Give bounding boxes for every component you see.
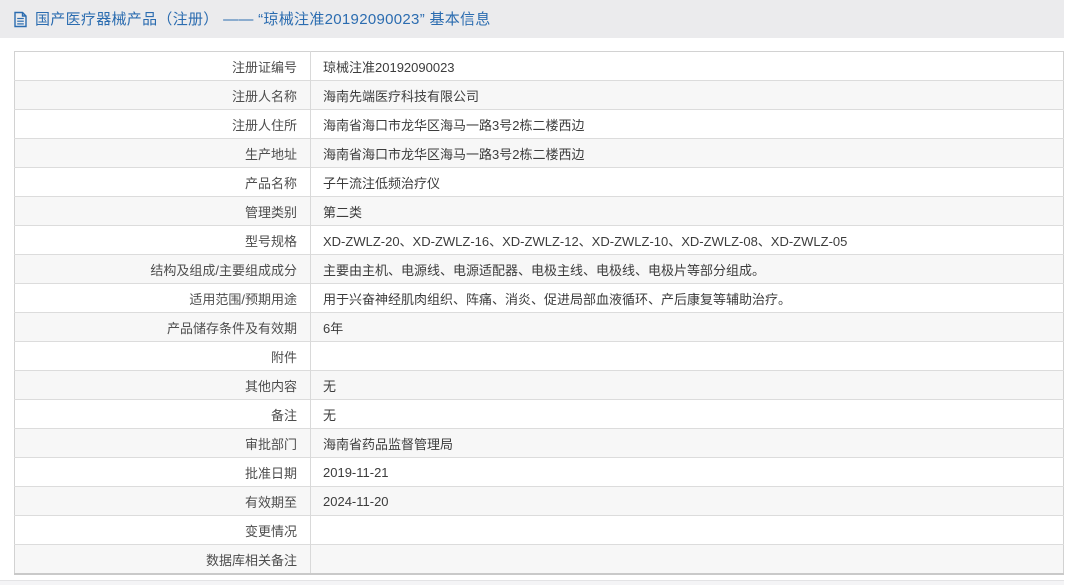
field-label: 数据库相关备注 bbox=[14, 544, 311, 574]
table-row: 有效期至 2024-11-20 bbox=[14, 486, 1064, 516]
field-value: 2024-11-20 bbox=[323, 493, 389, 509]
field-value: 琼械注准20192090023 bbox=[323, 59, 455, 75]
field-label: 型号规格 bbox=[14, 225, 311, 255]
registration-info-table: 注册证编号 琼械注准20192090023 注册人名称 海南先端医疗科技有限公司… bbox=[14, 51, 1064, 575]
field-value: 6年 bbox=[323, 320, 344, 336]
field-value: 海南省药品监督管理局 bbox=[323, 436, 454, 452]
field-value: 无 bbox=[323, 378, 337, 394]
table-row: 审批部门 海南省药品监督管理局 bbox=[14, 428, 1064, 458]
field-value: 主要由主机、电源线、电源适配器、电极主线、电极线、电极片等部分组成。 bbox=[323, 262, 766, 278]
field-value: 海南先端医疗科技有限公司 bbox=[323, 88, 480, 104]
table-row: 其他内容 无 bbox=[14, 370, 1064, 400]
table-row: 备注 无 bbox=[14, 399, 1064, 429]
field-label: 有效期至 bbox=[14, 486, 311, 516]
field-label: 批准日期 bbox=[14, 457, 311, 487]
field-value bbox=[311, 545, 1064, 575]
field-label: 其他内容 bbox=[14, 370, 311, 400]
field-label: 注册证编号 bbox=[14, 51, 311, 81]
field-value: 用于兴奋神经肌肉组织、阵痛、消炎、促进局部血液循环、产后康复等辅助治疗。 bbox=[323, 291, 792, 307]
field-value: 子午流注低频治疗仪 bbox=[323, 175, 441, 191]
document-icon bbox=[13, 11, 28, 28]
field-label: 备注 bbox=[14, 399, 311, 429]
field-label: 管理类别 bbox=[14, 196, 311, 226]
table-body: 注册证编号 琼械注准20192090023 注册人名称 海南先端医疗科技有限公司… bbox=[14, 51, 1064, 575]
field-value: XD-ZWLZ-20、XD-ZWLZ-16、XD-ZWLZ-12、XD-ZWLZ… bbox=[323, 233, 848, 249]
field-label: 注册人名称 bbox=[14, 80, 311, 110]
table-row: 型号规格 XD-ZWLZ-20、XD-ZWLZ-16、XD-ZWLZ-12、XD… bbox=[14, 225, 1064, 255]
field-label: 生产地址 bbox=[14, 138, 311, 168]
field-label: 注册人住所 bbox=[14, 109, 311, 139]
page-container: 国产医疗器械产品（注册） —— “琼械注准20192090023” 基本信息 注… bbox=[0, 0, 1064, 575]
table-row: 适用范围/预期用途 用于兴奋神经肌肉组织、阵痛、消炎、促进局部血液循环、产后康复… bbox=[14, 283, 1064, 313]
field-label: 产品储存条件及有效期 bbox=[14, 312, 311, 342]
field-label: 附件 bbox=[14, 341, 311, 371]
next-section-strip bbox=[0, 580, 1064, 585]
field-label: 审批部门 bbox=[14, 428, 311, 458]
field-value bbox=[311, 342, 1064, 371]
table-row: 变更情况 bbox=[14, 515, 1064, 545]
table-row: 产品名称 子午流注低频治疗仪 bbox=[14, 167, 1064, 197]
field-label: 结构及组成/主要组成成分 bbox=[14, 254, 311, 284]
page-title: 国产医疗器械产品（注册） —— “琼械注准20192090023” 基本信息 bbox=[35, 10, 491, 28]
table-row: 批准日期 2019-11-21 bbox=[14, 457, 1064, 487]
table-row: 结构及组成/主要组成成分 主要由主机、电源线、电源适配器、电极主线、电极线、电极… bbox=[14, 254, 1064, 284]
field-value: 第二类 bbox=[323, 204, 363, 220]
table-row: 注册证编号 琼械注准20192090023 bbox=[14, 51, 1064, 81]
field-value: 无 bbox=[323, 407, 337, 423]
table-row: 附件 bbox=[14, 341, 1064, 371]
table-row: 管理类别 第二类 bbox=[14, 196, 1064, 226]
field-label: 变更情况 bbox=[14, 515, 311, 545]
table-row: 产品储存条件及有效期 6年 bbox=[14, 312, 1064, 342]
table-row: 数据库相关备注 bbox=[14, 544, 1064, 575]
field-value bbox=[311, 516, 1064, 545]
field-label: 适用范围/预期用途 bbox=[14, 283, 311, 313]
field-label: 产品名称 bbox=[14, 167, 311, 197]
table-row: 注册人名称 海南先端医疗科技有限公司 bbox=[14, 80, 1064, 110]
field-value: 海南省海口市龙华区海马一路3号2栋二楼西边 bbox=[323, 117, 585, 133]
table-row: 生产地址 海南省海口市龙华区海马一路3号2栋二楼西边 bbox=[14, 138, 1064, 168]
header-bar: 国产医疗器械产品（注册） —— “琼械注准20192090023” 基本信息 bbox=[0, 0, 1064, 38]
table-row: 注册人住所 海南省海口市龙华区海马一路3号2栋二楼西边 bbox=[14, 109, 1064, 139]
field-value: 海南省海口市龙华区海马一路3号2栋二楼西边 bbox=[323, 146, 585, 162]
field-value: 2019-11-21 bbox=[323, 464, 389, 480]
